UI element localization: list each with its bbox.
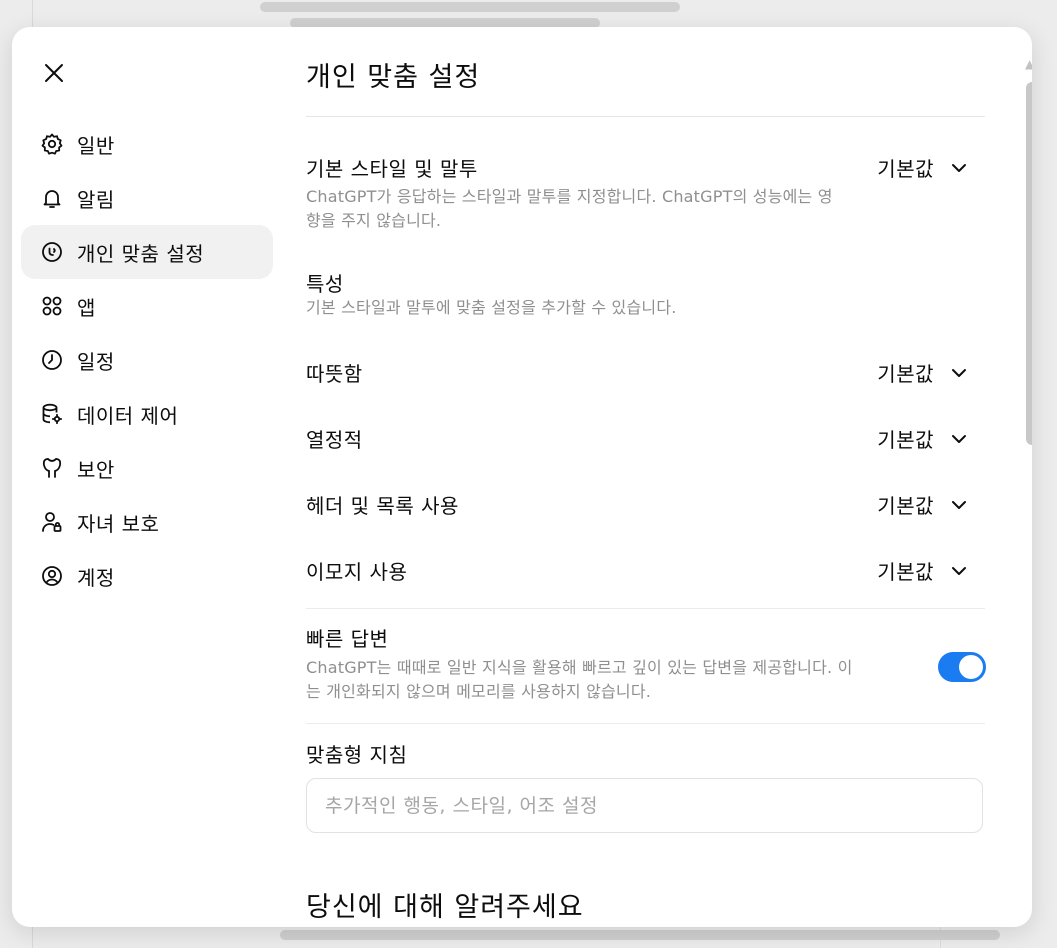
base-style-dropdown[interactable]: 기본값 [877,153,968,182]
quick-answers-toggle[interactable] [938,652,986,682]
quick-answers-description: ChatGPT는 때때로 일반 지식을 활용해 빠르고 깊이 있는 답변을 제공… [306,658,853,701]
gear-icon [39,131,65,157]
account-icon [39,563,65,589]
enthusiasm-dropdown[interactable]: 기본값 [877,424,968,453]
scrollbar-thumb[interactable] [1026,82,1032,445]
divider [306,608,985,609]
settings-sidebar: 일반 알림 개인 맞춤 설정 앱 일정 데이터 제어 보안 자녀 보호 계정 [21,117,273,603]
sidebar-item-personalization[interactable]: 개인 맞춤 설정 [21,225,273,279]
personalization-icon [39,239,65,265]
sidebar-item-label: 개인 맞춤 설정 [77,241,205,266]
emoji-label: 이모지 사용 [306,560,408,584]
chevron-down-icon [950,430,968,448]
divider [306,723,985,724]
traits-label: 특성 [306,272,344,296]
warmth-dropdown[interactable]: 기본값 [877,358,968,387]
enthusiasm-label: 열정적 [306,428,363,452]
sidebar-item-label: 보안 [77,457,115,482]
base-style-description: ChatGPT가 응답하는 스타일과 말투를 지정합니다. ChatGPT의 성… [306,187,833,230]
traits-description: 기본 스타일과 말투에 맞춤 설정을 추가할 수 있습니다. [306,298,677,317]
chevron-down-icon [950,562,968,580]
sidebar-item-security[interactable]: 보안 [21,441,273,495]
sidebar-item-notifications[interactable]: 알림 [21,171,273,225]
toggle-knob [959,655,983,679]
page-title: 개인 맞춤 설정 [306,62,481,93]
sidebar-item-apps[interactable]: 앱 [21,279,273,333]
sidebar-item-label: 데이터 제어 [77,403,179,428]
sidebar-item-parental-controls[interactable]: 자녀 보호 [21,495,273,549]
custom-instructions-input[interactable] [306,778,983,833]
apps-grid-icon [39,293,65,319]
personalization-settings-dialog: 일반 알림 개인 맞춤 설정 앱 일정 데이터 제어 보안 자녀 보호 계정 개… [12,27,1032,927]
dropdown-value: 기본값 [877,157,934,181]
about-you-title: 당신에 대해 알려주세요 [306,892,584,923]
dropdown-value: 기본값 [877,428,934,452]
divider [306,116,985,117]
sidebar-item-label: 계정 [77,565,115,590]
dropdown-value: 기본값 [877,494,934,518]
close-button[interactable] [40,59,68,87]
clock-icon [39,347,65,373]
sidebar-item-data-controls[interactable]: 데이터 제어 [21,387,273,441]
chevron-down-icon [950,159,968,177]
sidebar-item-label: 일정 [77,349,115,374]
shield-icon [39,455,65,481]
parent-user-icon [39,509,65,535]
emoji-dropdown[interactable]: 기본값 [877,556,968,585]
bell-icon [39,185,65,211]
headers-lists-label: 헤더 및 목록 사용 [306,494,459,518]
chevron-down-icon [950,364,968,382]
sidebar-item-schedule[interactable]: 일정 [21,333,273,387]
background-text-line [260,2,680,12]
quick-answers-label: 빠른 답변 [306,627,389,651]
headers-lists-dropdown[interactable]: 기본값 [877,490,968,519]
settings-content: 개인 맞춤 설정 기본 스타일 및 말투 ChatGPT가 응답하는 스타일과 … [306,27,986,927]
custom-instructions-label: 맞춤형 지침 [306,743,408,767]
scroll-up-arrow-icon[interactable]: ▲ [1025,57,1032,71]
close-icon [45,64,63,82]
database-gear-icon [39,401,65,427]
dropdown-value: 기본값 [877,362,934,386]
sidebar-item-general[interactable]: 일반 [21,117,273,171]
sidebar-item-account[interactable]: 계정 [21,549,273,603]
sidebar-item-label: 앱 [77,295,96,320]
dropdown-value: 기본값 [877,560,934,584]
sidebar-item-label: 일반 [77,133,115,158]
warmth-label: 따뜻함 [306,362,363,386]
base-style-label: 기본 스타일 및 말투 [306,157,478,181]
sidebar-item-label: 자녀 보호 [77,511,160,536]
sidebar-item-label: 알림 [77,187,115,212]
chevron-down-icon [950,496,968,514]
background-text-line [280,930,1000,940]
